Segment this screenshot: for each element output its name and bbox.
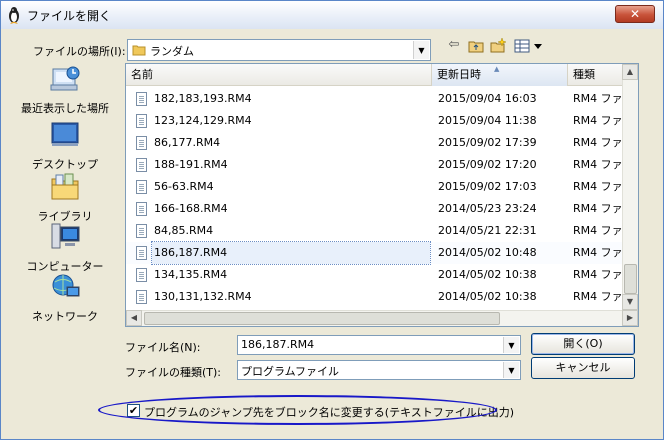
view-menu-icon[interactable] xyxy=(513,37,543,55)
place-libraries[interactable]: ライブラリ xyxy=(11,171,119,224)
location-value: ランダム xyxy=(150,45,194,58)
filetype-value: プログラムファイル xyxy=(241,365,340,378)
filetype-label: ファイルの種類(T): xyxy=(125,366,222,379)
file-icon xyxy=(136,268,147,282)
horizontal-scrollbar[interactable]: ◀ ▶ xyxy=(126,310,638,326)
scroll-right-icon[interactable]: ▶ xyxy=(622,310,638,326)
open-file-dialog: ファイルを開く ✕ ファイルの場所(I): ランダム ▼ ⇦ 最近表示した場所 … xyxy=(0,0,664,440)
recent-places-icon xyxy=(50,66,80,91)
sort-indicator-icon: ▲ xyxy=(494,65,500,73)
place-computer[interactable]: コンピューター xyxy=(11,221,119,274)
file-icon xyxy=(136,158,147,172)
close-button[interactable]: ✕ xyxy=(615,5,655,23)
vertical-scrollbar[interactable]: ▲ ▼ xyxy=(622,64,638,310)
table-row[interactable]: 182,183,193.RM42015/09/04 16:03RM4 ファイル xyxy=(126,88,630,110)
back-arrow-icon[interactable]: ⇦ xyxy=(445,37,463,55)
scroll-up-icon[interactable]: ▲ xyxy=(622,64,638,80)
table-row[interactable]: 123,124,129.RM42015/09/04 11:38RM4 ファイル xyxy=(126,110,630,132)
file-list[interactable]: 名前 更新日時 種類 ▲ 182,183,193.RM4 2015/09/04 1… xyxy=(125,63,639,327)
new-folder-icon[interactable] xyxy=(489,37,507,55)
file-icon xyxy=(136,136,147,150)
file-list-header: 名前 更新日時 種類 xyxy=(126,64,638,86)
vertical-scroll-thumb[interactable] xyxy=(624,264,637,294)
column-header-date[interactable]: 更新日時 xyxy=(432,64,568,86)
file-icon xyxy=(136,180,147,194)
horizontal-scroll-thumb[interactable] xyxy=(144,312,500,325)
filetype-select[interactable]: プログラムファイル ▼ xyxy=(237,360,521,380)
open-button[interactable]: 開く(O) xyxy=(531,333,635,355)
place-label: 最近表示した場所 xyxy=(21,102,109,115)
file-icon xyxy=(136,224,147,238)
title-bar[interactable]: ファイルを開く ✕ xyxy=(1,1,663,29)
file-icon xyxy=(136,92,147,106)
location-label: ファイルの場所(I): xyxy=(33,45,126,58)
network-icon xyxy=(52,274,80,297)
up-folder-icon[interactable] xyxy=(467,37,485,55)
scroll-down-icon[interactable]: ▼ xyxy=(622,294,638,310)
desktop-icon xyxy=(51,122,79,146)
filename-input[interactable]: 186,187.RM4 ▼ xyxy=(237,335,521,355)
file-icon xyxy=(136,202,147,216)
place-recent[interactable]: 最近表示した場所 xyxy=(11,63,119,116)
table-row[interactable]: 166-168.RM42014/05/23 23:24RM4 ファイル xyxy=(126,198,630,220)
place-desktop[interactable]: デスクトップ xyxy=(11,119,119,172)
scroll-left-icon[interactable]: ◀ xyxy=(126,310,142,326)
window-title: ファイルを開く xyxy=(27,9,112,23)
app-penguin-icon xyxy=(9,7,19,24)
table-row-selected[interactable]: 186,187.RM42014/05/02 10:48RM4 ファイル xyxy=(126,241,630,265)
file-icon xyxy=(136,114,147,128)
file-icon xyxy=(136,246,147,260)
place-label: ネットワーク xyxy=(32,310,98,323)
filename-label: ファイル名(N): xyxy=(125,341,201,354)
computer-icon xyxy=(51,223,80,249)
chevron-down-icon[interactable]: ▼ xyxy=(503,362,519,378)
table-row[interactable]: 188-191.RM42015/09/02 17:20RM4 ファイル xyxy=(126,154,630,176)
highlight-oval xyxy=(98,395,497,425)
folder-icon xyxy=(132,45,146,56)
table-row[interactable]: 134,135.RM42014/05/02 10:38RM4 ファイル xyxy=(126,264,630,286)
table-row[interactable]: 86,177.RM42015/09/02 17:39RM4 ファイル xyxy=(126,132,630,154)
places-bar: 最近表示した場所 デスクトップ ライブラリ コンピューター ネットワーク xyxy=(11,63,119,323)
cancel-button[interactable]: キャンセル xyxy=(531,357,635,379)
chevron-down-icon[interactable]: ▼ xyxy=(413,41,429,59)
chevron-down-icon[interactable]: ▼ xyxy=(503,337,519,353)
file-icon xyxy=(136,290,147,304)
filename-value: 186,187.RM4 xyxy=(241,338,315,351)
place-label: デスクトップ xyxy=(32,158,98,171)
libraries-icon xyxy=(51,173,79,200)
column-header-name[interactable]: 名前 xyxy=(126,64,432,86)
location-combobox[interactable]: ランダム ▼ xyxy=(127,39,431,61)
table-row[interactable]: 130,131,132.RM42014/05/02 10:38RM4 ファイル xyxy=(126,286,630,308)
table-row[interactable]: 84,85.RM42014/05/21 22:31RM4 ファイル xyxy=(126,220,630,242)
table-row[interactable]: 56-63.RM42015/09/02 17:03RM4 ファイル xyxy=(126,176,630,198)
place-network[interactable]: ネットワーク xyxy=(11,271,119,324)
